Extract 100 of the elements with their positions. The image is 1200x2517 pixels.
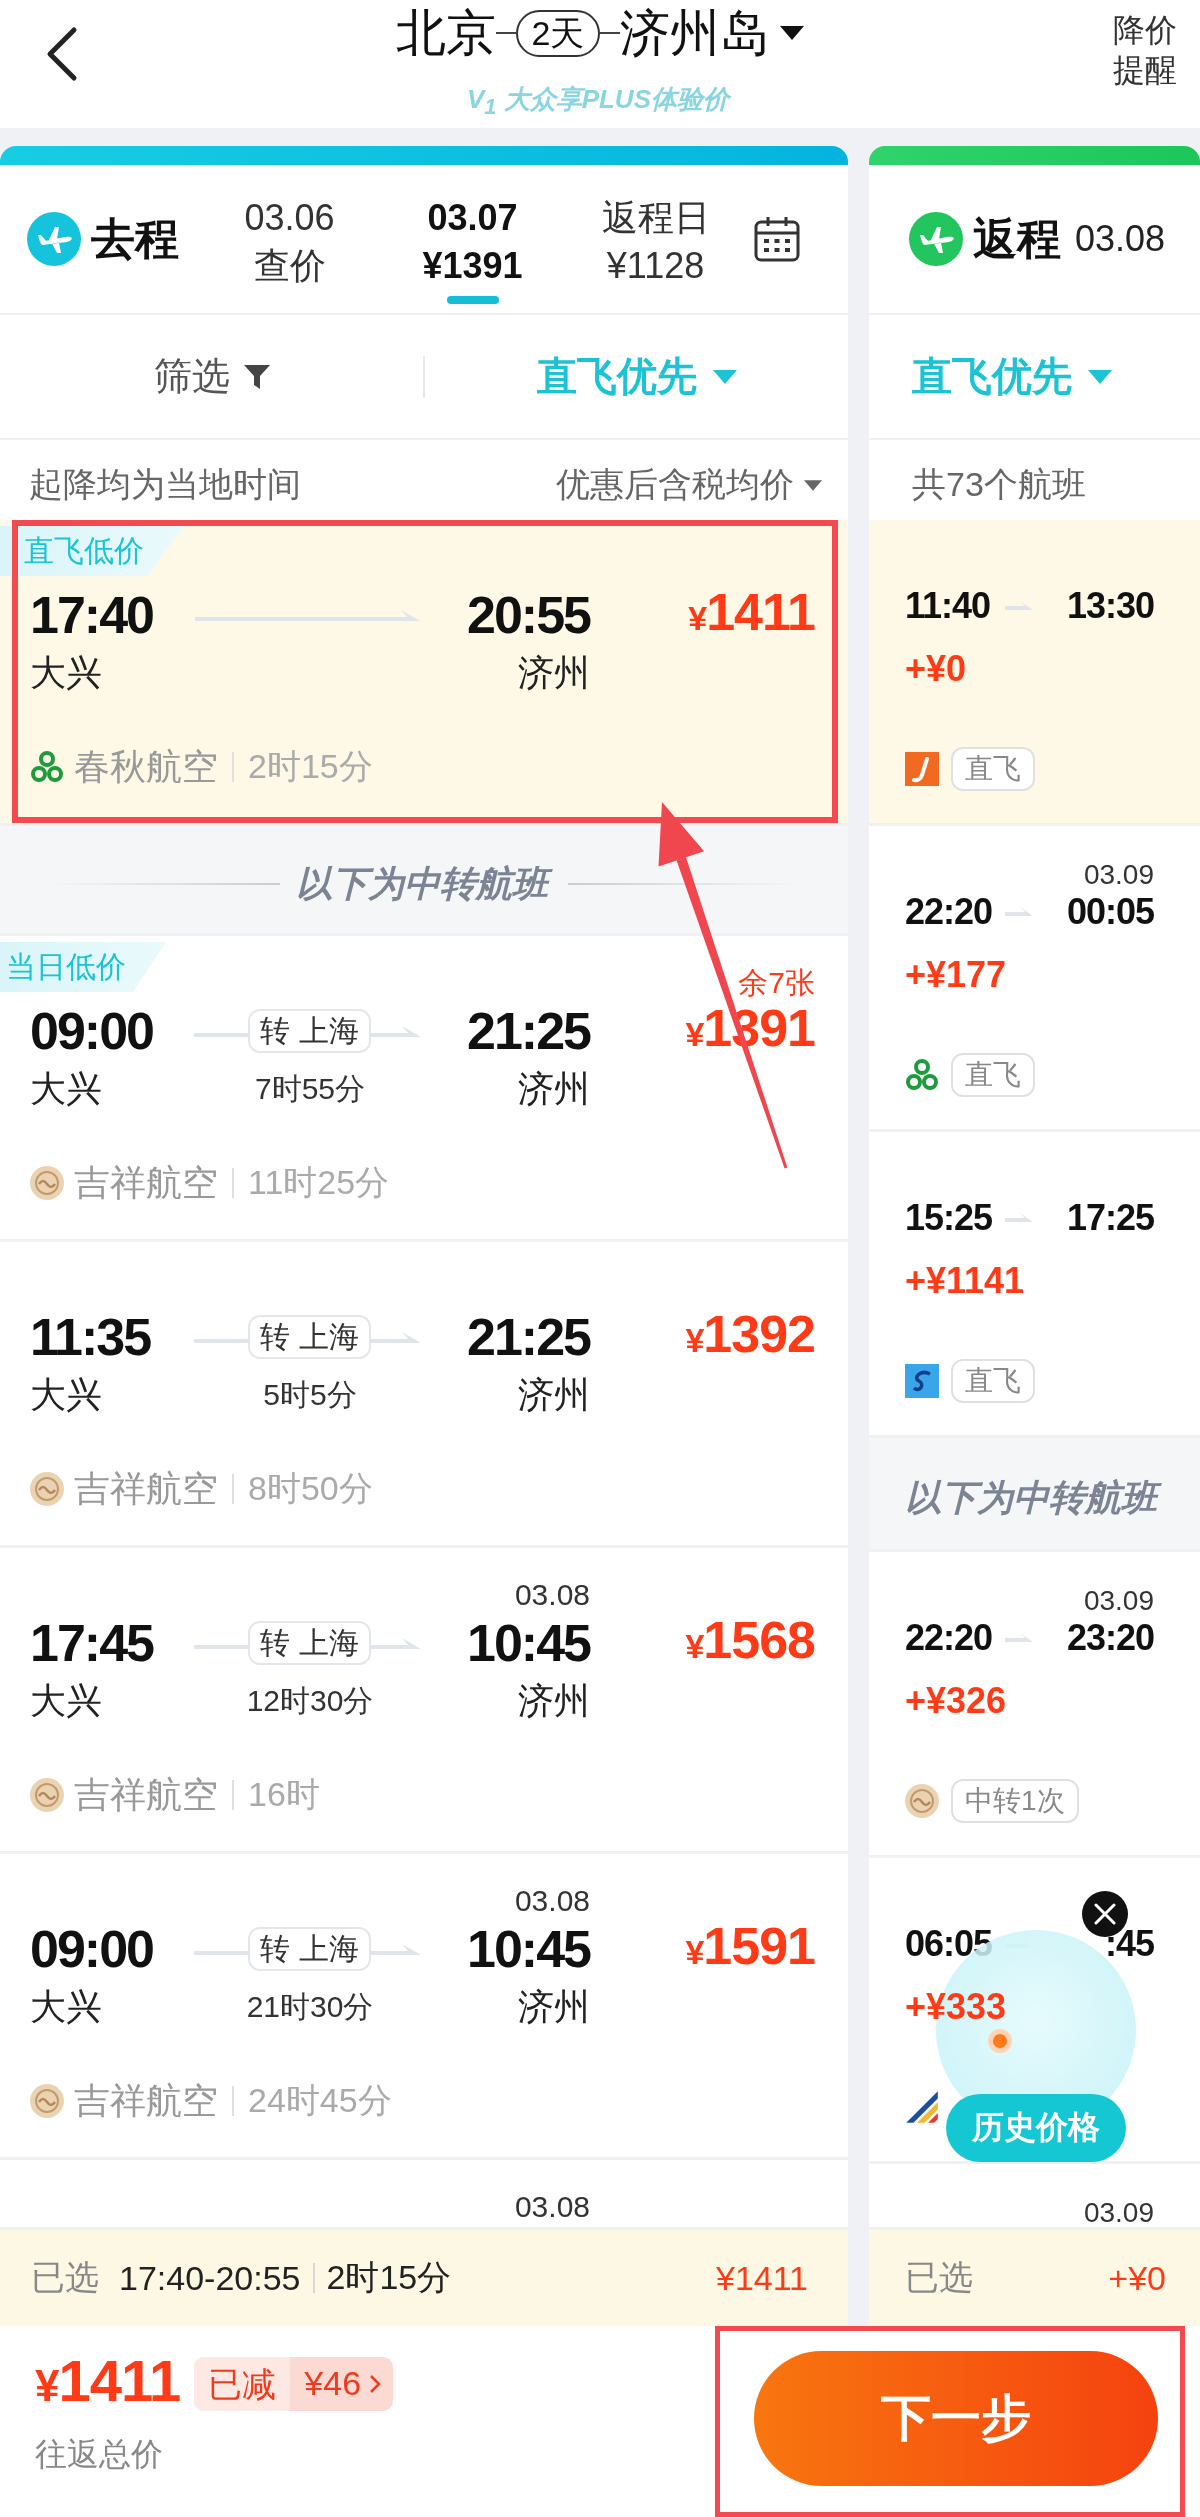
transfer-duration: 12时30分 (246, 1682, 374, 1719)
transfer-tag: 转 上海 (248, 1315, 371, 1359)
dot-icon (988, 2029, 1012, 2053)
selected-price: +¥0 (1108, 2258, 1166, 2298)
price-difference: +¥0 (905, 647, 967, 691)
plane-icon (27, 212, 81, 266)
price-difference: +¥1141 (905, 1259, 1025, 1303)
airline-name: 吉祥航空 (74, 2078, 218, 2123)
departure-time: 17:40 (30, 585, 153, 645)
departure-time: 11:40 (905, 586, 991, 626)
calendar-icon[interactable] (754, 216, 800, 262)
arrival-time: 00:05 (1066, 892, 1154, 932)
arrival-time: 10:45 (467, 1613, 590, 1673)
date-tab[interactable]: 返程日 ¥1128 (564, 194, 747, 310)
caret-icon (1088, 369, 1112, 384)
airline-name: 吉祥航空 (74, 1160, 218, 1205)
departure-airport: 大兴 (30, 1678, 102, 1723)
trip-label: 去程 (91, 212, 179, 265)
divider-text: 以下为中转航班 (901, 1474, 1165, 1521)
flight-type-tag: 直飞 (951, 1053, 1035, 1097)
route-arrow (1004, 1213, 1033, 1223)
seal-icon (30, 1472, 64, 1506)
price-alert-button[interactable]: 降价提醒 (1112, 10, 1178, 90)
selected-label: 已选 (905, 2257, 973, 2298)
route-arrow (370, 1331, 421, 1343)
flight-card[interactable]: 03.09 (869, 2164, 1200, 2230)
arrival-airport: 济州 (518, 650, 590, 695)
destination-city[interactable]: 济州岛 (620, 3, 771, 63)
route-arrow (370, 1637, 421, 1649)
route-arrow (370, 1943, 421, 1955)
flight-duration: 2时15分 (248, 746, 373, 787)
flight-duration: 16时 (248, 1774, 320, 1815)
transfer-tag: 转 上海 (248, 1621, 371, 1665)
caret-icon (712, 369, 737, 384)
time-note: 起降均为当地时间 (29, 464, 301, 505)
flight-card[interactable]: 15:25 17:25 +¥1141 直飞 (869, 1132, 1200, 1438)
price-sort-dropdown[interactable]: 优惠后含税均价 (556, 462, 822, 508)
arrival-airport: 济州 (518, 1984, 590, 2029)
price-difference: +¥333 (905, 1985, 1007, 2029)
selected-label: 已选 (31, 2257, 99, 2298)
tickets-left: 余7张 (738, 966, 815, 1000)
arrival-date: 03.08 (514, 1578, 590, 1612)
clover-icon (905, 1058, 939, 1092)
caret-icon (780, 26, 805, 40)
transfer-duration: 7时55分 (254, 1070, 366, 1107)
transfer-tag: 转 上海 (248, 1927, 371, 1971)
divider-text: 以下为中转航班 (292, 860, 556, 907)
price-difference: +¥177 (905, 953, 1007, 997)
transfer-tag: 转 上海 (248, 1009, 371, 1053)
departure-airport: 大兴 (30, 1372, 102, 1417)
seal-icon (905, 1784, 939, 1818)
seal-icon (30, 1166, 64, 1200)
route-arrow (370, 1025, 421, 1037)
arrival-date: 03.09 (1083, 2197, 1154, 2227)
price: ¥1392 (685, 1304, 815, 1365)
filter-button[interactable]: 筛选 (153, 351, 270, 402)
total-label: 往返总价 (35, 2435, 164, 2474)
plane-icon (909, 212, 963, 266)
flight-card[interactable]: 11:40 13:30 +¥0 直飞 (869, 520, 1200, 826)
trip-label: 返程 (973, 212, 1061, 265)
transfer-duration: 21时30分 (246, 1988, 374, 2025)
flight-card[interactable]: 03.09 22:20 00:05 +¥177 直飞 (869, 826, 1200, 1132)
departure-time: 09:00 (30, 1919, 153, 1979)
flight-card[interactable]: 03.08 (0, 2160, 848, 2230)
flight-type-tag: 直飞 (951, 747, 1035, 791)
date-tab[interactable]: 03.07 ¥1391 (381, 194, 564, 310)
departure-time: 11:35 (30, 1307, 151, 1367)
flight-card[interactable]: 03.08 17:45 转 上海 10:45 ¥1568 大兴 12时30分 济州 吉祥航空 16时 (0, 1548, 848, 1854)
flight-card[interactable]: 直飞低价 17:40 20:55 ¥1411 大兴 济州 春秋航空 2时15分 (0, 520, 848, 826)
date-tab[interactable]: 03.06 查价 (198, 194, 381, 310)
departure-time: 17:45 (30, 1613, 153, 1673)
flight-duration: 24时45分 (248, 2080, 392, 2121)
flight-duration: 8时50分 (248, 1468, 373, 1509)
trip-length-badge: 2天 (515, 9, 601, 57)
chevron-icon (369, 2373, 382, 2394)
arrival-date: 03.09 (1083, 1585, 1154, 1617)
flight-card[interactable]: 03.08 09:00 转 上海 10:45 ¥1591 大兴 21时30分 济州 吉祥航空 24时45分 (0, 1854, 848, 2160)
arrival-time: :45 (1104, 1924, 1154, 1964)
filter-icon (243, 364, 270, 389)
seal-icon (30, 1778, 64, 1812)
seal-icon (30, 2084, 64, 2118)
departure-time: 15:25 (905, 1198, 993, 1238)
clover-icon (30, 750, 64, 784)
total-price: ¥1411 (35, 2350, 181, 2415)
selected-price: ¥1411 (715, 2258, 808, 2298)
airline-name: 吉祥航空 (74, 1772, 218, 1817)
flight-duration: 11时25分 (248, 1162, 390, 1203)
arrival-airport: 济州 (518, 1066, 590, 1111)
arrival-time: 23:20 (1066, 1618, 1154, 1658)
price: ¥1568 (685, 1610, 815, 1671)
departure-airport: 大兴 (30, 1984, 102, 2029)
deal-tag: 当日低价 (0, 942, 166, 992)
departure-airport: 大兴 (30, 650, 102, 695)
departure-time: 22:20 (905, 1618, 993, 1658)
airline-name: 春秋航空 (74, 744, 218, 789)
arrival-airport: 济州 (518, 1372, 590, 1417)
price: ¥1591 (685, 1916, 815, 1977)
flight-card[interactable]: 11:35 转 上海 21:25 ¥1392 大兴 5时5分 济州 吉祥航空 8时50分 (0, 1242, 848, 1548)
deal-tag: 直飞低价 (0, 526, 184, 576)
flight-card[interactable]: 03.09 22:20 23:20 +¥326 中转1次 (869, 1552, 1200, 1858)
